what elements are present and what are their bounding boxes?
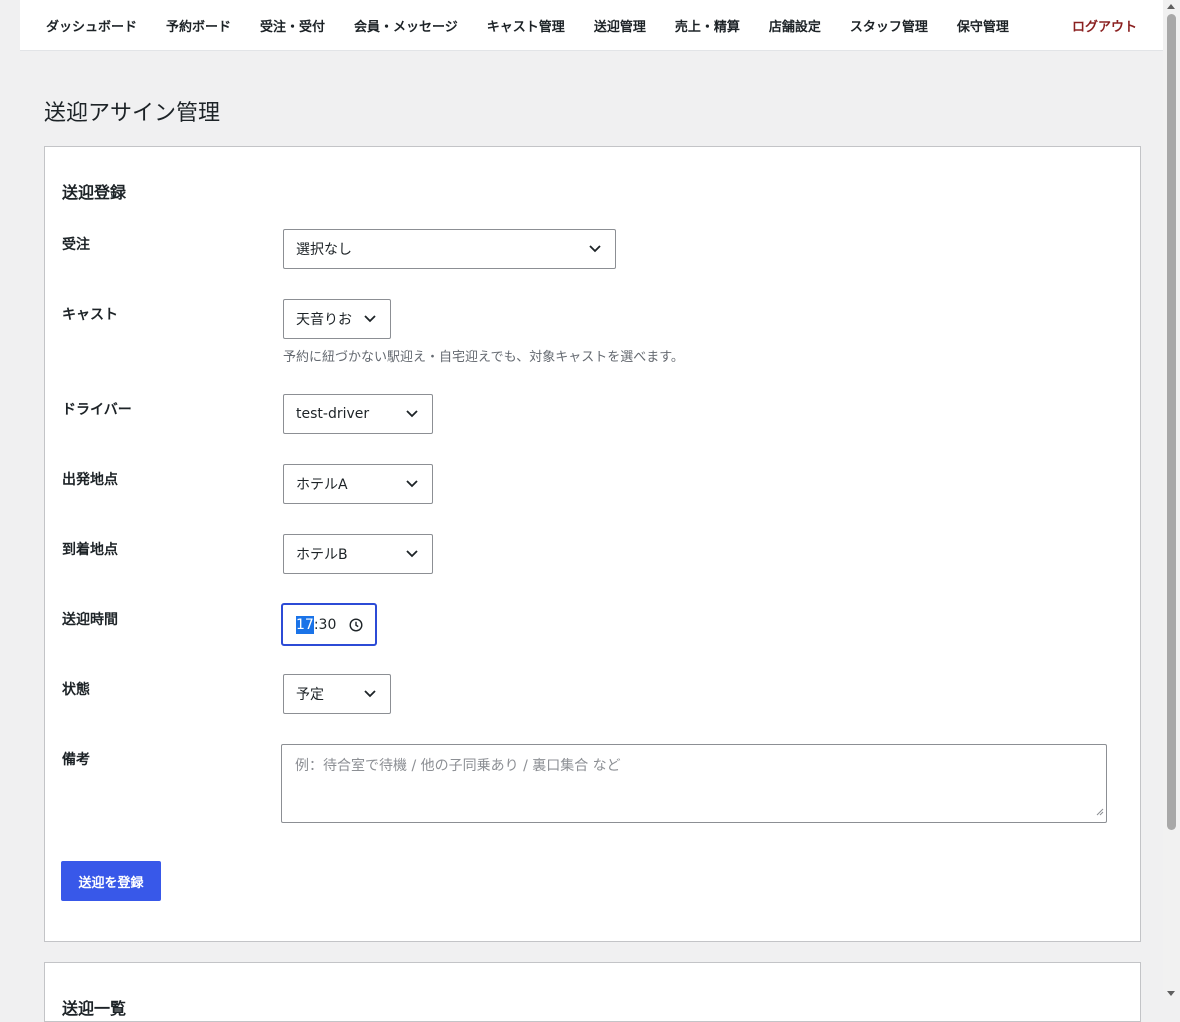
top-navigation: ダッシュボード 予約ボード 受注・受付 会員・メッセージ キャスト管理 送迎管理…	[20, 0, 1163, 51]
arrival-select[interactable]: ホテルB	[283, 534, 433, 574]
cast-label: キャスト	[62, 307, 118, 323]
list-heading: 送迎一覧	[62, 999, 127, 1018]
nav-cast-management[interactable]: キャスト管理	[487, 16, 565, 35]
clock-icon[interactable]	[349, 617, 363, 632]
chevron-down-icon	[362, 311, 378, 327]
logout-link[interactable]: ログアウト	[1072, 16, 1137, 35]
time-hours[interactable]: 17	[296, 615, 314, 634]
nav-members-messages[interactable]: 会員・メッセージ	[354, 16, 458, 35]
chevron-down-icon	[404, 476, 420, 492]
page-title: 送迎アサイン管理	[44, 101, 221, 126]
nav-sales-settlement[interactable]: 売上・精算	[675, 16, 740, 35]
driver-label: ドライバー	[62, 402, 132, 418]
departure-select[interactable]: ホテルA	[283, 464, 433, 504]
transport-list-panel: 送迎一覧	[44, 962, 1141, 1022]
register-transport-button[interactable]: 送迎を登録	[61, 861, 161, 901]
driver-select-value: test-driver	[296, 406, 370, 422]
page-scrollbar[interactable]	[1163, 0, 1180, 1000]
nav-maintenance[interactable]: 保守管理	[957, 16, 1009, 35]
driver-select[interactable]: test-driver	[283, 394, 433, 434]
nav-reservation-board[interactable]: 予約ボード	[166, 16, 231, 35]
nav-dashboard[interactable]: ダッシュボード	[46, 16, 137, 35]
arrival-label: 到着地点	[62, 542, 118, 558]
arrival-select-value: ホテルB	[296, 547, 348, 563]
nav-orders[interactable]: 受注・受付	[260, 16, 325, 35]
scroll-up-icon[interactable]	[1167, 4, 1175, 9]
notes-label: 備考	[62, 752, 90, 768]
chevron-down-icon	[587, 241, 603, 257]
status-label: 状態	[62, 682, 90, 698]
register-heading: 送迎登録	[62, 183, 127, 202]
cast-help-text: 予約に紐づかない駅迎え・自宅迎えでも、対象キャストを選べます。	[283, 350, 684, 365]
scroll-down-icon[interactable]	[1167, 991, 1175, 996]
notes-placeholder: 例：待合室で待機 / 他の子同乗あり / 裏口集合 など	[295, 758, 621, 774]
status-select[interactable]: 予定	[283, 674, 391, 714]
notes-textarea[interactable]: 例：待合室で待機 / 他の子同乗あり / 裏口集合 など	[281, 744, 1107, 823]
status-select-value: 予定	[296, 687, 324, 703]
nav-staff-management[interactable]: スタッフ管理	[850, 16, 928, 35]
chevron-down-icon	[404, 406, 420, 422]
cast-select-value: 天音りお	[296, 312, 352, 328]
chevron-down-icon	[404, 546, 420, 562]
departure-select-value: ホテルA	[296, 477, 348, 493]
chevron-down-icon	[362, 686, 378, 702]
nav-store-settings[interactable]: 店舗設定	[769, 16, 821, 35]
nav-transport-management[interactable]: 送迎管理	[594, 16, 646, 35]
order-select-value: 選択なし	[296, 242, 352, 258]
transport-register-panel: 送迎登録 受注 選択なし キャスト 天音りお 予約に紐づかない駅迎え・自宅迎えで…	[44, 146, 1141, 942]
order-label: 受注	[62, 237, 90, 253]
time-minutes[interactable]: 30	[319, 617, 337, 633]
resize-grip-icon[interactable]	[1096, 804, 1104, 820]
time-label: 送迎時間	[62, 612, 118, 628]
departure-label: 出発地点	[62, 472, 118, 488]
order-select[interactable]: 選択なし	[283, 229, 616, 269]
transport-time-input[interactable]: 17:30	[281, 603, 377, 646]
cast-select[interactable]: 天音りお	[283, 299, 391, 339]
scrollbar-thumb[interactable]	[1167, 14, 1176, 830]
